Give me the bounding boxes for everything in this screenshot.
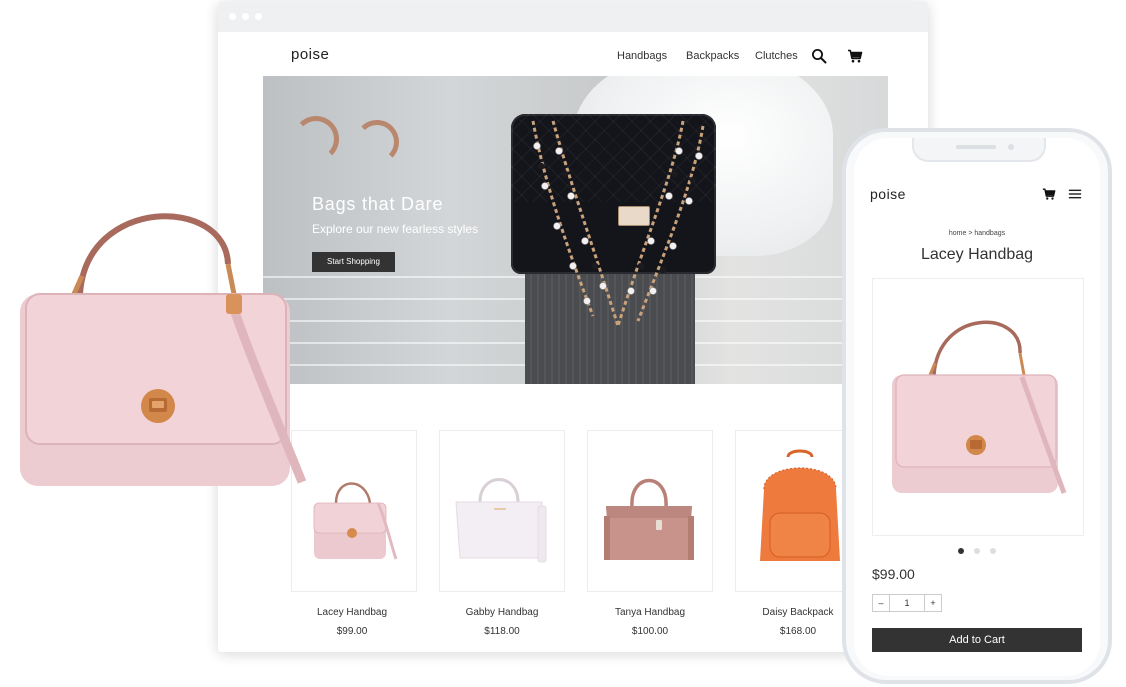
product-title: Lacey Handbag: [920, 246, 1034, 263]
front-camera: [1008, 144, 1014, 150]
product-card-gabby[interactable]: [439, 430, 565, 592]
quantity-increase-button[interactable]: +: [924, 595, 941, 611]
carousel-indicator: [958, 548, 1008, 556]
carousel-dot[interactable]: [990, 548, 996, 554]
product-image-gabby: [455, 478, 547, 563]
building-arch: [355, 120, 399, 164]
carousel-dot[interactable]: [974, 548, 980, 554]
browser-title-bar: [218, 2, 928, 32]
window-dot: [229, 13, 236, 20]
pearl-chain-strap: [531, 120, 705, 327]
carousel-dot-active[interactable]: [958, 548, 964, 554]
hero-banner: Bags that Dare Explore our new fearless …: [263, 76, 888, 384]
nav-link-clutches[interactable]: Clutches: [755, 50, 798, 62]
hero-subtitle: Explore our new fearless styles: [312, 222, 479, 236]
site-logo[interactable]: poise: [291, 46, 329, 63]
product-image-tanya: [604, 478, 694, 560]
product-name[interactable]: Gabby Handbag: [432, 607, 572, 618]
search-icon[interactable]: [811, 48, 827, 64]
desktop-browser-window: poise Handbags Backpacks Clutches Bags t…: [218, 2, 928, 652]
featured-pink-handbag: [20, 213, 307, 486]
window-dot: [242, 13, 249, 20]
start-shopping-button[interactable]: Start Shopping: [312, 252, 395, 272]
product-name[interactable]: Lacey Handbag: [282, 607, 422, 618]
hero-title: Bags that Dare: [312, 194, 444, 214]
quantity-decrease-button[interactable]: –: [873, 595, 890, 611]
window-dot: [255, 13, 262, 20]
product-price: $100.00: [631, 626, 669, 637]
cart-icon[interactable]: [847, 48, 863, 64]
breadcrumb[interactable]: home > handbags: [854, 230, 1100, 237]
quantity-input[interactable]: 1: [890, 595, 924, 611]
building-arch: [293, 116, 339, 162]
quantity-stepper: – 1 +: [872, 594, 942, 612]
product-card-lacey[interactable]: [291, 430, 417, 592]
product-price: $99.00: [336, 626, 368, 637]
nav-link-backpacks[interactable]: Backpacks: [686, 50, 739, 62]
mobile-phone-frame: poise home > handbags Lacey Handbag $99.…: [842, 128, 1112, 684]
mobile-screen: poise home > handbags Lacey Handbag $99.…: [854, 138, 1100, 676]
product-image-lacey: [313, 482, 398, 560]
product-card-tanya[interactable]: [587, 430, 713, 592]
product-name[interactable]: Tanya Handbag: [580, 607, 720, 618]
add-to-cart-button[interactable]: Add to Cart: [872, 628, 1082, 652]
product-image-daisy: [760, 449, 840, 561]
hamburger-menu-icon[interactable]: [1068, 187, 1082, 201]
product-image-carousel[interactable]: [872, 278, 1084, 536]
mobile-site-logo[interactable]: poise: [870, 186, 906, 202]
product-price: $99.00: [872, 566, 915, 582]
cart-icon[interactable]: [1042, 187, 1056, 201]
phone-notch: [912, 138, 1046, 162]
nav-link-handbags[interactable]: Handbags: [617, 50, 667, 62]
product-image-lacey: [892, 320, 1067, 494]
speaker-grille: [956, 145, 996, 149]
product-price: $118.00: [484, 626, 520, 637]
